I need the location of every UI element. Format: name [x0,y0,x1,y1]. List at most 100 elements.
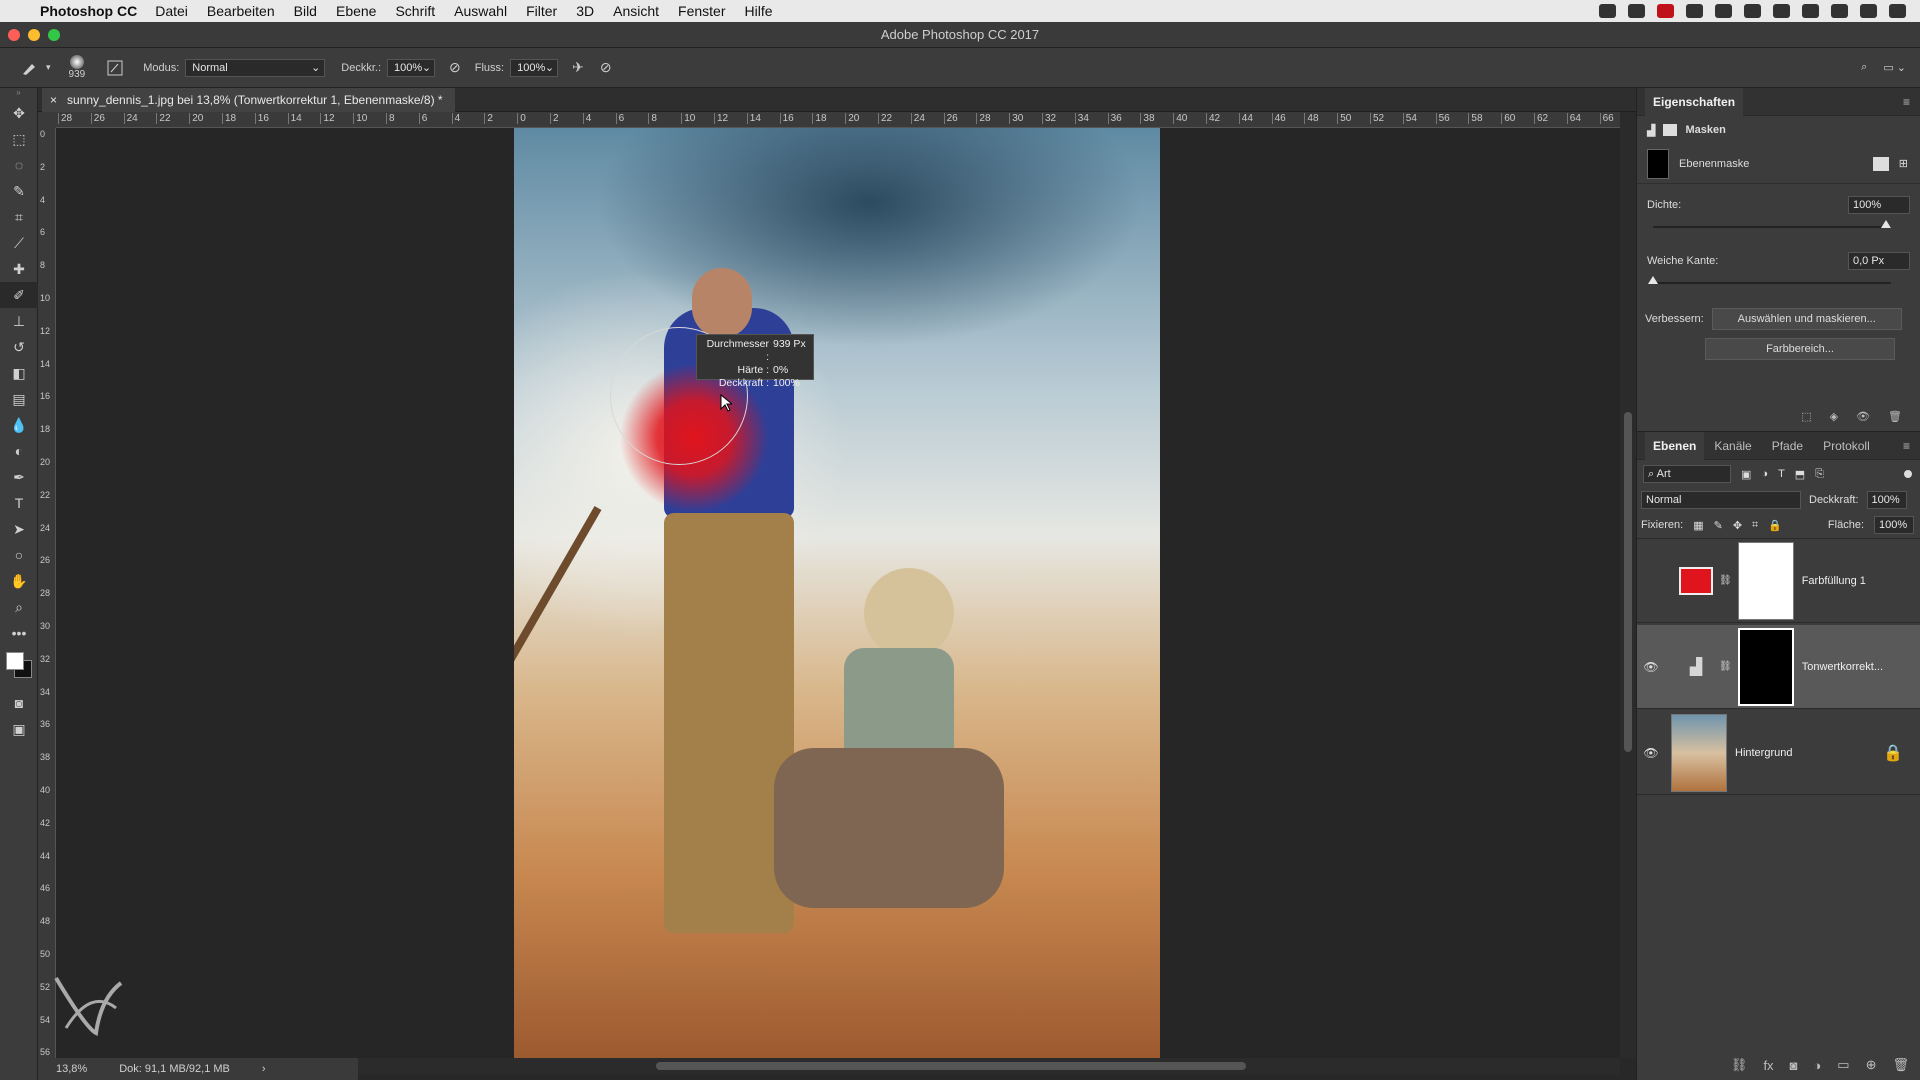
menu-ansicht[interactable]: Ansicht [613,3,659,19]
link-icon[interactable]: ⛓ [1719,575,1732,586]
record-icon[interactable] [1599,4,1616,18]
layer-opacity-field[interactable]: 100% [1866,491,1907,509]
density-slider-knob[interactable] [1881,220,1891,228]
density-field[interactable]: 100% [1848,196,1910,214]
vertical-ruler[interactable]: 0 2 4 6 8 10 12 14 16 18 20 22 24 26 28 30 32 34 36 38 40 42 4… [38,128,56,1058]
opacity-field[interactable]: 100% ⌄ [387,58,436,77]
workspace-icon[interactable]: ▭ ⌄ [1883,61,1906,74]
flow-field[interactable]: 100% ⌄ [510,58,559,77]
quick-mask-icon[interactable]: ◙ [0,690,38,716]
close-tab-icon[interactable]: × [50,88,57,112]
panel-menu-icon[interactable]: ≡ [1903,439,1910,453]
crop-tool-icon[interactable]: ⌗ [0,204,38,230]
vertical-scroll-thumb[interactable] [1624,412,1632,752]
background-thumbnail[interactable] [1671,713,1727,792]
select-and-mask-button[interactable]: Auswählen und maskieren... [1711,308,1902,330]
brush-size-picker[interactable]: 939 [69,55,85,80]
tab-kanaele[interactable]: Kanäle [1704,439,1761,453]
time-machine-icon[interactable] [1744,4,1761,18]
lock-pixels-icon[interactable]: ✎ [1714,519,1723,532]
delete-layer-icon[interactable]: 🗑 [1892,1057,1909,1073]
dodge-tool-icon[interactable]: ◐ [0,438,38,464]
pen-tool-icon[interactable]: ✒ [0,464,38,490]
layer-mask-thumbnail-black[interactable] [1737,627,1794,706]
feather-slider[interactable] [1648,276,1891,284]
quick-selection-tool-icon[interactable]: ✎ [0,178,38,204]
filter-smart-object-icon[interactable]: ⎘ [1815,468,1824,481]
feather-slider-knob[interactable] [1648,276,1658,284]
status-menu-arrow[interactable]: › [262,1063,266,1075]
vertical-scrollbar[interactable] [1620,112,1636,1058]
foreground-color-swatch[interactable] [6,652,24,670]
siri-icon[interactable] [1860,4,1877,18]
menu-schrift[interactable]: Schrift [395,3,435,19]
fx-icon[interactable]: fx [1763,1058,1773,1073]
display-icon[interactable] [1715,4,1732,18]
bluetooth-icon[interactable] [1773,4,1790,18]
filter-adjustment-icon[interactable]: ◑ [1761,468,1768,480]
tab-ebenen[interactable]: Ebenen [1645,431,1705,460]
menu-filter[interactable]: Filter [526,3,557,19]
layer-filter-kind[interactable]: ⌕ Art [1643,465,1731,483]
layer-name[interactable]: Tonwertkorrekt... [1802,661,1883,673]
close-window-button[interactable] [8,29,20,41]
load-selection-icon[interactable]: ⬚ [1801,410,1811,423]
wifi-icon[interactable] [1802,4,1819,18]
link-icon[interactable]: ⛓ [1719,661,1732,672]
layer-mask-thumbnail-white[interactable] [1737,541,1794,620]
pressure-size-icon[interactable]: ⊘ [600,59,612,76]
more-tools-icon[interactable]: ••• [0,620,38,646]
document-tab[interactable]: × sunny_dennis_1.jpg bei 13,8% (Tonwertk… [42,88,455,112]
panel-menu-icon[interactable]: ≡ [1903,95,1910,109]
add-mask-icon[interactable]: ◙ [1790,1058,1798,1073]
filter-pixel-icon[interactable]: ▣ [1741,468,1751,481]
path-selection-tool-icon[interactable]: ➤ [0,516,38,542]
gradient-tool-icon[interactable]: ▤ [0,386,38,412]
screen-mode-icon[interactable]: ▣ [0,716,38,742]
levels-adjustment-icon[interactable]: ▟ [1679,657,1713,677]
zoom-window-button[interactable] [48,29,60,41]
airbrush-icon[interactable]: ✈ [572,59,584,76]
menu-hilfe[interactable]: Hilfe [745,3,773,19]
spotlight-icon[interactable] [1831,4,1848,18]
menu-auswahl[interactable]: Auswahl [454,3,507,19]
color-range-button[interactable]: Farbbereich... [1705,338,1895,360]
clone-stamp-tool-icon[interactable]: ⊥ [0,308,38,334]
adobe-cc-icon[interactable] [1657,4,1674,18]
blend-mode-select[interactable]: Normal [1641,491,1801,509]
blur-tool-icon[interactable]: 💧 [0,412,38,438]
zoom-level[interactable]: 13,8% [56,1063,87,1075]
pixel-mask-icon[interactable] [1872,156,1889,171]
lock-icon[interactable]: 🔒 [1883,743,1903,763]
healing-brush-tool-icon[interactable]: ✚ [0,256,38,282]
layer-row-background[interactable]: 👁 Hintergrund 🔒 [1637,711,1920,795]
properties-tab[interactable]: Eigenschaften [1645,87,1744,116]
app-status-icon[interactable] [1628,4,1645,18]
layer-name[interactable]: Farbfüllung 1 [1802,575,1866,587]
density-slider[interactable] [1653,220,1891,228]
new-layer-icon[interactable]: ⊕ [1866,1057,1877,1073]
lock-transparent-icon[interactable]: ▦ [1693,519,1703,532]
type-tool-icon[interactable]: T [0,490,38,516]
toggle-mask-visibility-icon[interactable]: 👁 [1856,410,1870,423]
fill-color-thumbnail[interactable] [1679,566,1713,595]
lock-artboard-icon[interactable]: ⌗ [1752,519,1758,532]
sync-icon[interactable] [1686,4,1703,18]
apply-mask-icon[interactable]: ◈ [1830,410,1838,423]
filter-toggle[interactable] [1904,470,1912,478]
horizontal-scroll-thumb[interactable] [656,1062,1246,1070]
fill-field[interactable]: 100% [1874,516,1914,534]
lasso-tool-icon[interactable]: ◌ [0,152,38,178]
search-icon[interactable]: ⌕ [1861,61,1867,74]
minimize-window-button[interactable] [28,29,40,41]
layer-row-fill[interactable]: ⛓ Farbfüllung 1 [1637,539,1920,623]
eyedropper-tool-icon[interactable]: ⟋ [0,230,38,256]
menu-3d[interactable]: 3D [576,3,594,19]
feather-field[interactable]: 0,0 Px [1848,252,1910,270]
canvas-area[interactable]: Durchmesser : 939 Px Härte : 0% Deckkraft … [54,128,1620,1058]
lock-all-icon[interactable]: 🔒 [1768,519,1782,532]
eye-icon[interactable]: 👁 [1637,746,1665,760]
filter-type-icon[interactable]: T [1778,468,1785,480]
tab-pfade[interactable]: Pfade [1762,439,1813,453]
horizontal-ruler[interactable]: 28 26 24 22 20 18 16 14 12 10 8 6 4 2 0 2 4 6 8 10 12 14 16 18 2… [56,112,1620,128]
